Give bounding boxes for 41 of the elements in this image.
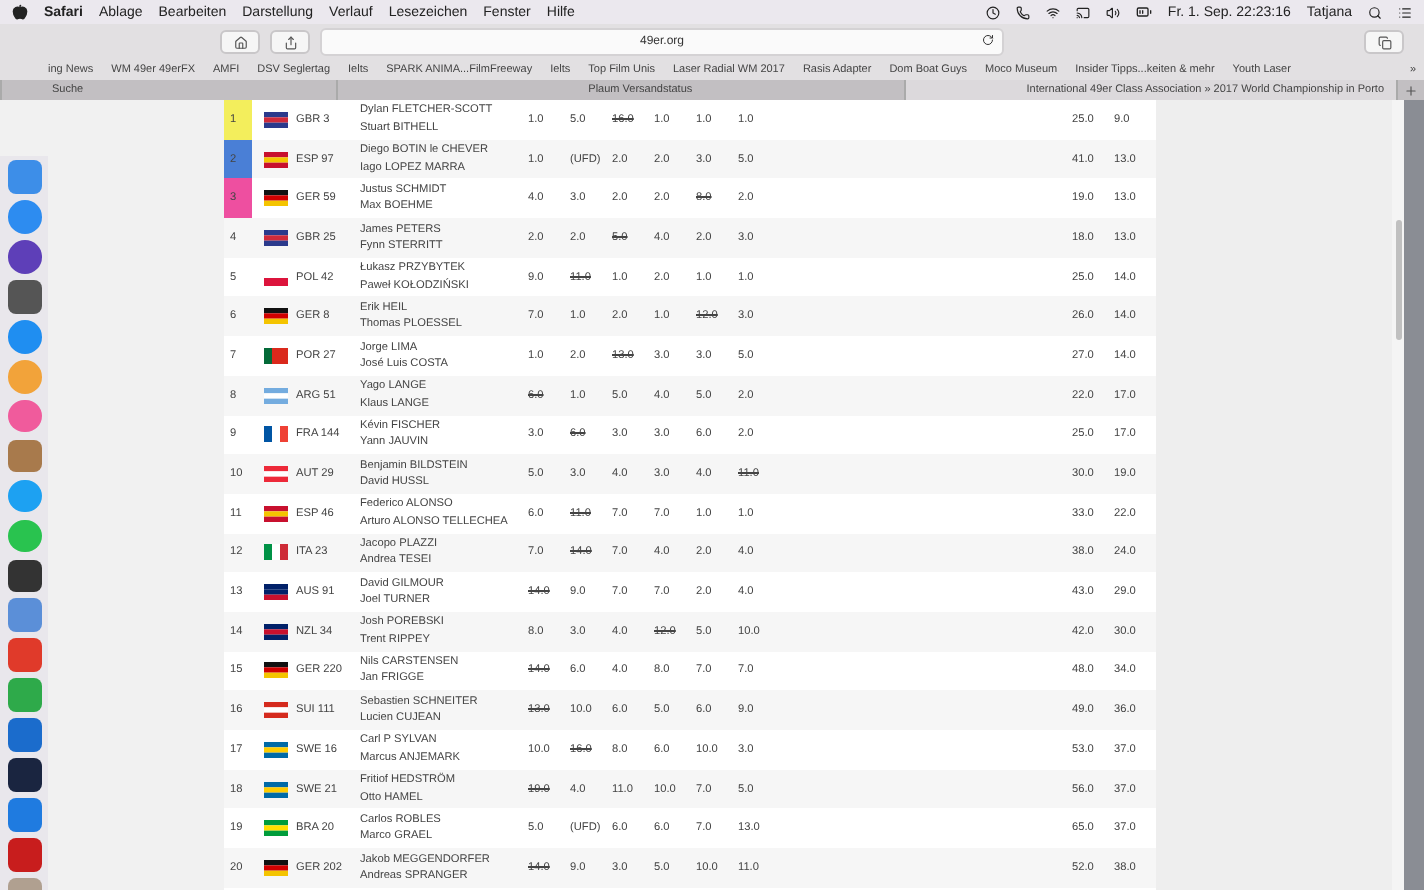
flag-icon — [264, 229, 288, 246]
share-button[interactable] — [270, 30, 310, 54]
flag-icon — [264, 308, 288, 325]
scrollbar[interactable] — [1392, 100, 1404, 890]
apple-logo-icon[interactable] — [12, 4, 28, 20]
flag-icon — [264, 741, 288, 758]
tabs-icon — [1377, 35, 1391, 49]
phone-icon[interactable] — [1015, 5, 1030, 19]
flag-icon — [264, 151, 288, 168]
flag-icon — [264, 623, 288, 640]
app-icon[interactable] — [7, 239, 41, 274]
flag-icon — [264, 466, 288, 483]
home-button[interactable] — [220, 30, 260, 54]
tabs-button[interactable] — [1364, 30, 1404, 54]
reload-icon[interactable] — [982, 34, 994, 46]
flag-icon — [264, 544, 288, 561]
flag-icon — [264, 584, 288, 601]
app-icon[interactable] — [7, 559, 41, 593]
app-icon[interactable] — [7, 279, 41, 314]
clock-icon[interactable] — [985, 5, 1000, 19]
volume-icon[interactable] — [1105, 5, 1120, 19]
menu-icon[interactable] — [1398, 5, 1412, 19]
flag-icon — [264, 190, 288, 207]
flag-icon — [264, 347, 288, 364]
flag-icon — [264, 111, 288, 128]
plus-icon — [1404, 83, 1418, 97]
flag-icon — [264, 387, 288, 404]
flag-icon — [264, 426, 288, 443]
battery-icon[interactable] — [1135, 4, 1152, 20]
flag-icon — [264, 781, 288, 798]
share-icon — [283, 35, 297, 49]
flag-icon — [264, 859, 288, 876]
flag-icon — [264, 662, 288, 679]
flag-icon — [264, 820, 288, 837]
search-icon[interactable] — [1368, 5, 1382, 19]
app-icon[interactable] — [7, 758, 41, 793]
home-icon — [233, 35, 247, 49]
flag-icon — [264, 702, 288, 719]
flag-icon — [264, 505, 288, 522]
wifi-icon[interactable] — [1045, 5, 1060, 19]
screen-mirroring-icon[interactable] — [1075, 5, 1090, 19]
